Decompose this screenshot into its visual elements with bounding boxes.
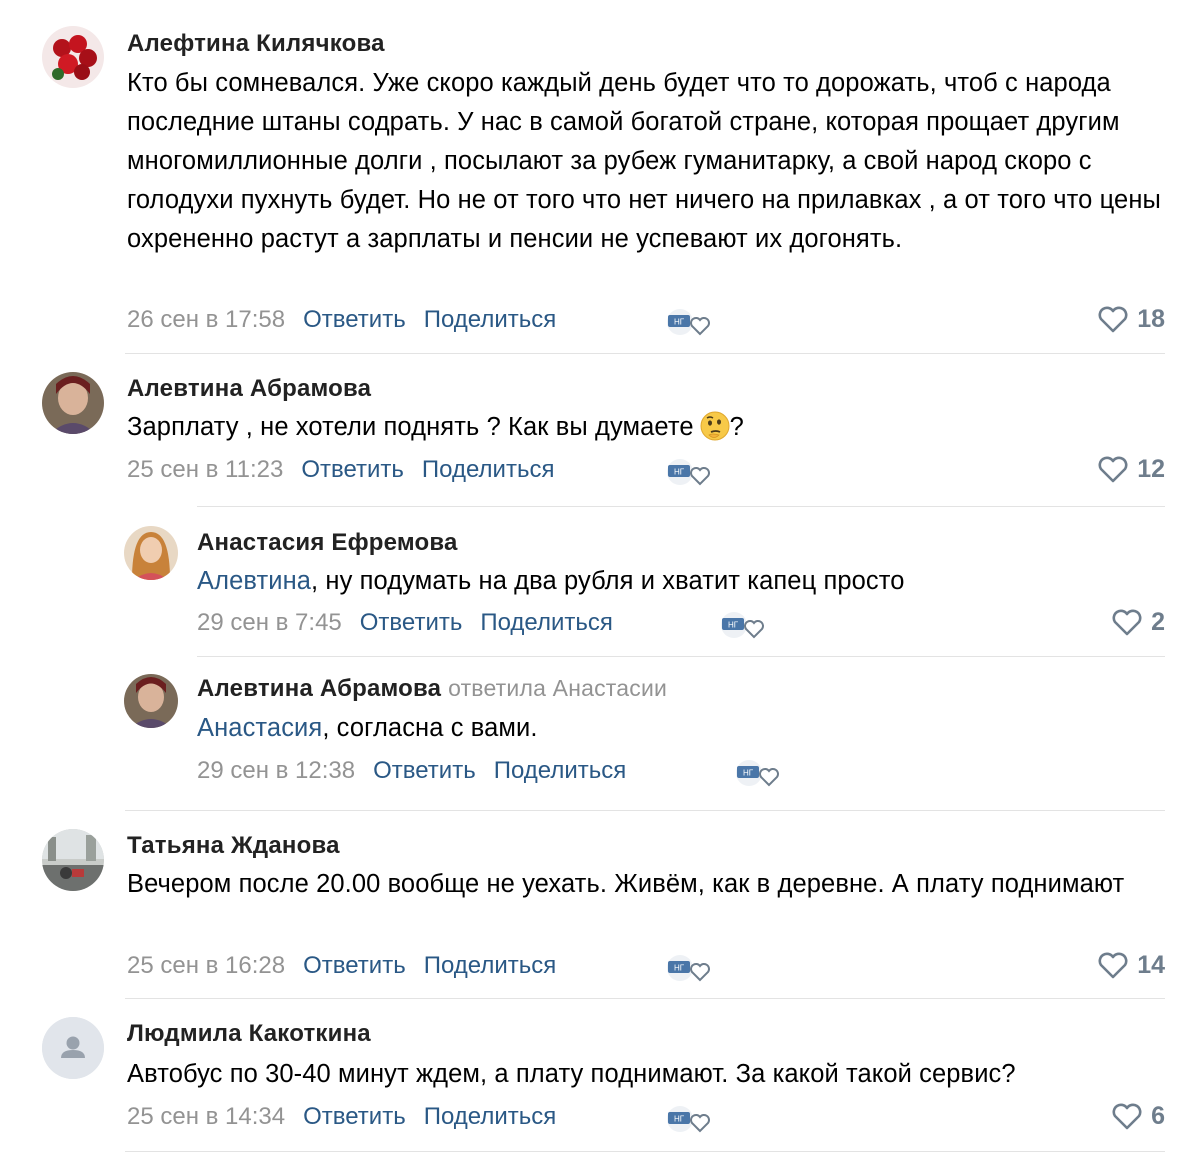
- svg-text:НГ: НГ: [674, 318, 685, 327]
- heart-icon: [1098, 306, 1128, 332]
- svg-text:НГ: НГ: [743, 769, 754, 778]
- comment-meta: 25 сен в 16:28 Ответить Поделиться: [127, 952, 556, 980]
- share-button[interactable]: Поделиться: [424, 952, 557, 980]
- divider: [125, 810, 1165, 811]
- comment-text: Анастасия, согласна с вами.: [197, 709, 1167, 748]
- comment-text-main: , ну подумать на два рубля и хватит капе…: [311, 567, 905, 595]
- comment-author-name[interactable]: Алевтина Абрамова: [197, 675, 441, 702]
- comment-author[interactable]: Людмила Какоткина: [127, 1020, 371, 1048]
- default-user-icon: [42, 1017, 104, 1079]
- comment-text-tail: ?: [729, 413, 744, 441]
- heart-icon: [1098, 456, 1128, 482]
- mention-link[interactable]: Алевтина: [197, 567, 311, 595]
- share-button[interactable]: Поделиться: [422, 456, 555, 484]
- avatar[interactable]: [42, 372, 104, 434]
- reaction-badge-icon[interactable]: НГ: [664, 458, 710, 486]
- mention-link[interactable]: Анастасия: [197, 714, 322, 742]
- like-count: 6: [1151, 1102, 1165, 1130]
- comment-author[interactable]: Алефтина Килячкова: [127, 30, 385, 58]
- like-button[interactable]: 14: [1097, 951, 1165, 980]
- divider: [125, 1151, 1165, 1152]
- svg-text:НГ: НГ: [674, 1115, 685, 1124]
- like-button[interactable]: 12: [1097, 455, 1165, 484]
- comment-date[interactable]: 29 сен в 12:38: [197, 757, 355, 785]
- divider: [125, 353, 1165, 354]
- reaction-badge-icon[interactable]: НГ: [733, 759, 779, 787]
- like-count: 18: [1137, 305, 1165, 333]
- avatar[interactable]: [42, 829, 104, 891]
- reply-button[interactable]: Ответить: [303, 1103, 406, 1131]
- reply-item: Алевтина Абрамова ответила Анастасии Ана…: [0, 657, 1200, 812]
- comment-text-main: , согласна с вами.: [322, 714, 538, 742]
- comment-date[interactable]: 25 сен в 11:23: [127, 456, 283, 484]
- reply-button[interactable]: Ответить: [303, 306, 406, 334]
- reaction-badge-icon[interactable]: НГ: [664, 308, 710, 336]
- reaction-badge-icon[interactable]: НГ: [718, 611, 764, 639]
- share-button[interactable]: Поделиться: [424, 306, 557, 334]
- street-photo-avatar-image: [42, 829, 104, 891]
- like-button[interactable]: 2: [1111, 608, 1165, 637]
- avatar[interactable]: [124, 526, 178, 580]
- replied-to-label[interactable]: ответила Анастасии: [448, 675, 667, 701]
- comment-text: Зарплату , не хотели поднять ? Как вы ду…: [127, 408, 1177, 447]
- comment-author[interactable]: Татьяна Жданова: [127, 832, 340, 860]
- comment-meta: 26 сен в 17:58 Ответить Поделиться: [127, 306, 556, 334]
- comment-item: Татьяна Жданова Вечером после 20.00 вооб…: [0, 812, 1200, 1002]
- reaction-badge-icon[interactable]: НГ: [664, 954, 710, 982]
- comment-date[interactable]: 25 сен в 14:34: [127, 1103, 285, 1131]
- avatar[interactable]: [42, 26, 104, 88]
- share-button[interactable]: Поделиться: [424, 1103, 557, 1131]
- svg-text:НГ: НГ: [674, 964, 685, 973]
- like-button[interactable]: 18: [1097, 305, 1165, 334]
- comment-text: Вечером после 20.00 вообще не уехать. Жи…: [127, 870, 1125, 898]
- avatar[interactable]: [124, 674, 178, 728]
- thinking-face-icon: [700, 411, 730, 441]
- comment-author: Алевтина Абрамова ответила Анастасии: [197, 675, 667, 703]
- heart-icon: [1098, 952, 1128, 978]
- comment-date[interactable]: 29 сен в 7:45: [197, 609, 342, 637]
- like-count: 14: [1137, 951, 1165, 979]
- comment-meta: 29 сен в 7:45 Ответить Поделиться: [197, 609, 613, 637]
- reply-button[interactable]: Ответить: [373, 757, 476, 785]
- person-photo-avatar-image: [124, 674, 178, 728]
- roses-avatar-image: [42, 26, 104, 88]
- person-photo-avatar-image: [124, 526, 178, 580]
- reply-button[interactable]: Ответить: [301, 456, 404, 484]
- comment-author[interactable]: Анастасия Ефремова: [197, 529, 458, 557]
- divider: [125, 998, 1165, 999]
- heart-icon: [1112, 609, 1142, 635]
- comment-author[interactable]: Алевтина Абрамова: [127, 375, 371, 403]
- reply-button[interactable]: Ответить: [303, 952, 406, 980]
- avatar[interactable]: [42, 1017, 104, 1079]
- share-button[interactable]: Поделиться: [494, 757, 627, 785]
- comment-item: Алефтина Килячкова Кто бы сомневался. Уж…: [0, 0, 1200, 355]
- comment-text: Алевтина, ну подумать на два рубля и хва…: [197, 562, 1167, 601]
- comment-item: Людмила Какоткина Автобус по 30-40 минут…: [0, 1002, 1200, 1154]
- like-count: 2: [1151, 608, 1165, 636]
- reaction-badge-icon[interactable]: НГ: [664, 1105, 710, 1133]
- comment-text: Автобус по 30-40 минут ждем, а плату под…: [127, 1060, 1016, 1088]
- reply-item: Анастасия Ефремова Алевтина, ну подумать…: [0, 507, 1200, 657]
- comment-date[interactable]: 26 сен в 17:58: [127, 306, 285, 334]
- comment-meta: 25 сен в 14:34 Ответить Поделиться: [127, 1103, 556, 1131]
- comment-item: Алевтина Абрамова Зарплату , не хотели п…: [0, 355, 1200, 515]
- svg-text:НГ: НГ: [674, 468, 685, 477]
- comment-meta: 29 сен в 12:38 Ответить Поделиться: [197, 757, 626, 785]
- like-button[interactable]: 6: [1111, 1102, 1165, 1131]
- comment-text: Кто бы сомневался. Уже скоро каждый день…: [127, 69, 1161, 253]
- person-photo-avatar-image: [42, 372, 104, 434]
- svg-text:НГ: НГ: [728, 621, 739, 630]
- heart-icon: [1112, 1103, 1142, 1129]
- comment-date[interactable]: 25 сен в 16:28: [127, 952, 285, 980]
- comment-text-main: Зарплату , не хотели поднять ? Как вы ду…: [127, 413, 694, 441]
- comment-meta: 25 сен в 11:23 Ответить Поделиться: [127, 456, 554, 484]
- reply-button[interactable]: Ответить: [360, 609, 463, 637]
- like-count: 12: [1137, 455, 1165, 483]
- share-button[interactable]: Поделиться: [480, 609, 613, 637]
